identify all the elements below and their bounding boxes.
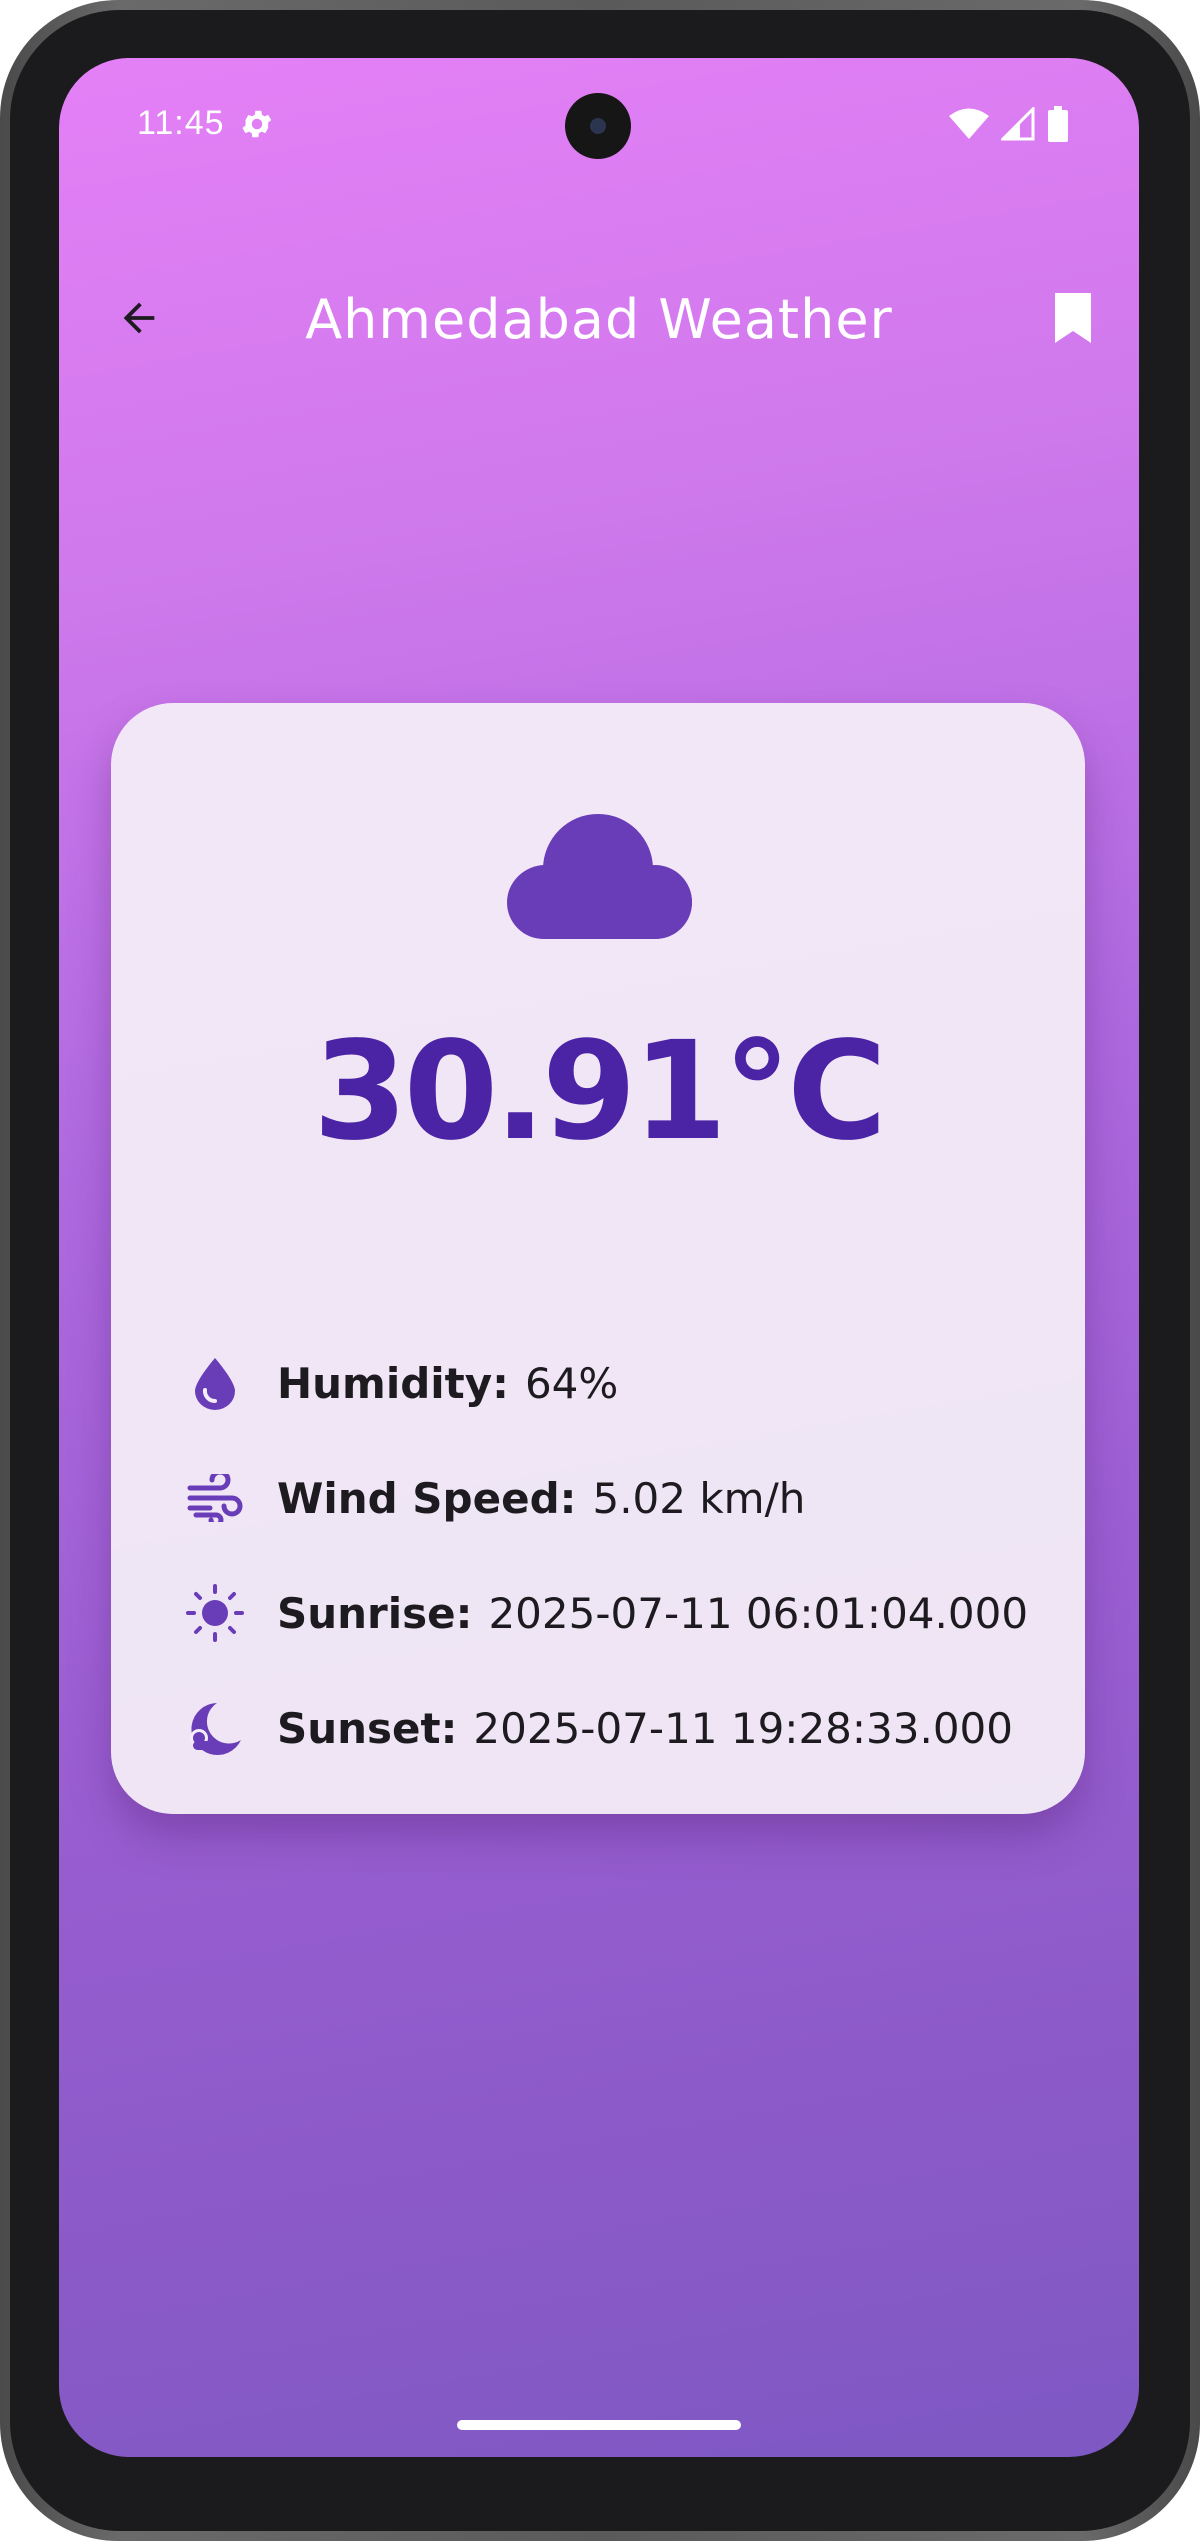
home-indicator[interactable] [457, 2420, 741, 2430]
sunset-row: Sunset: 2025-07-11 19:28:33.000 [186, 1693, 1013, 1763]
cloud-icon [507, 814, 692, 939]
wind-speed-value: 5.02 km/h [592, 1473, 806, 1523]
wind-speed-row: Wind Speed: 5.02 km/h [186, 1463, 805, 1533]
back-button[interactable] [103, 282, 175, 354]
sunset-value: 2025-07-11 19:28:33.000 [473, 1703, 1014, 1753]
battery-icon [1048, 106, 1068, 142]
front-camera [565, 93, 631, 159]
sun-icon [186, 1584, 244, 1642]
bookmark-icon [1055, 293, 1091, 343]
status-bar: 11:45 [59, 58, 1139, 198]
cell-signal-icon [1001, 107, 1035, 141]
sunrise-row: Sunrise: 2025-07-11 06:01:04.000 [186, 1578, 1028, 1648]
page-title: Ahmedabad Weather [305, 288, 893, 351]
arrow-back-icon [123, 302, 155, 334]
weather-card: 30.91°C Humidity: 64% Wind Speed: 5.02 k… [111, 703, 1085, 1814]
wifi-icon [949, 108, 989, 139]
status-icons [949, 106, 1069, 142]
water-drop-icon [186, 1354, 244, 1412]
bookmark-button[interactable] [1037, 282, 1109, 354]
sunrise-value: 2025-07-11 06:01:04.000 [488, 1588, 1029, 1638]
app-bar: Ahmedabad Weather [59, 258, 1139, 378]
wind-icon [186, 1469, 244, 1527]
sunset-label: Sunset: [277, 1703, 458, 1753]
humidity-row: Humidity: 64% [186, 1348, 618, 1418]
status-time: 11:45 [137, 104, 225, 142]
wind-speed-label: Wind Speed: [277, 1473, 577, 1523]
humidity-value: 64% [524, 1358, 619, 1408]
phone-frame: 11:45 Ahmedabad Weather 30.91°C Humidity… [0, 0, 1200, 2541]
temperature-value: 30.91°C [313, 1013, 887, 1171]
humidity-label: Humidity: [277, 1358, 509, 1408]
settings-gear-icon [242, 110, 272, 138]
moon-cloud-icon [186, 1699, 244, 1757]
screen: 11:45 Ahmedabad Weather 30.91°C Humidity… [59, 58, 1139, 2457]
sunrise-label: Sunrise: [277, 1588, 473, 1638]
